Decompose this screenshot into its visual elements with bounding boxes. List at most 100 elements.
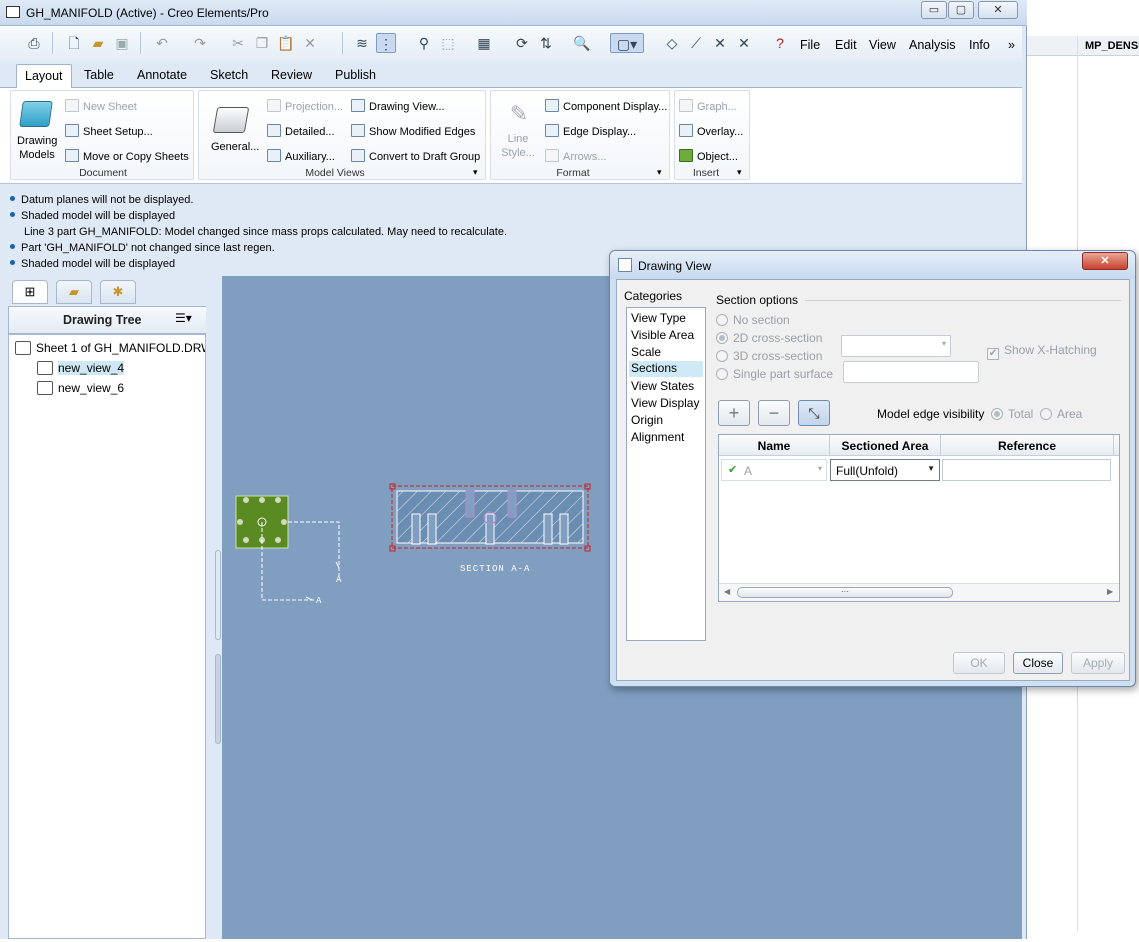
- radio-total[interactable]: Total: [991, 407, 1033, 421]
- zoom-icon[interactable]: 🔍: [572, 33, 592, 53]
- orient-icon[interactable]: ⇅: [536, 33, 556, 53]
- overlay-button[interactable]: Overlay...: [679, 124, 743, 138]
- copy-icon[interactable]: ❐: [252, 33, 272, 53]
- panel-splitter[interactable]: [206, 306, 222, 939]
- tab-sketch[interactable]: Sketch: [202, 64, 256, 88]
- table-row[interactable]: ✔ A ▾ Full(Unfold) ▼: [719, 457, 1119, 483]
- insert-expand-icon[interactable]: ▾: [737, 167, 742, 178]
- object-button[interactable]: Object...: [679, 149, 738, 163]
- general-view-icon[interactable]: [212, 107, 250, 133]
- column-header-name[interactable]: Name: [719, 439, 829, 453]
- tab-review[interactable]: Review: [263, 64, 320, 88]
- category-view-states[interactable]: View States: [631, 379, 694, 393]
- new-sheet-button[interactable]: New Sheet: [65, 99, 137, 113]
- redraw-icon[interactable]: ⟳: [512, 33, 532, 53]
- drawing-view-button[interactable]: Drawing View...: [351, 99, 445, 113]
- convert-draft-group-button[interactable]: Convert to Draft Group: [351, 149, 480, 163]
- splitter-handle[interactable]: [215, 550, 221, 640]
- general-view-button[interactable]: General...: [211, 141, 259, 153]
- line-style-label-1[interactable]: Line: [501, 133, 535, 145]
- edge-display-button[interactable]: Edge Display...: [545, 124, 636, 138]
- drawing-models-icon[interactable]: [19, 101, 53, 127]
- show-xhatching-checkbox[interactable]: ✔ Show X-Hatching: [987, 343, 1097, 360]
- radio-area[interactable]: Area: [1040, 407, 1082, 421]
- column-header-sectioned-area[interactable]: Sectioned Area: [830, 439, 940, 453]
- select-box-icon[interactable]: ⬚: [438, 33, 458, 53]
- datum-plane-icon[interactable]: ◇: [662, 33, 682, 53]
- move-copy-sheets-button[interactable]: Move or Copy Sheets: [65, 149, 189, 163]
- display-style-icon[interactable]: ▢▾: [610, 33, 644, 53]
- category-view-display[interactable]: View Display: [631, 396, 699, 410]
- apply-button[interactable]: Apply: [1071, 652, 1125, 674]
- menu-file[interactable]: File: [800, 38, 820, 52]
- menu-view[interactable]: View: [869, 38, 896, 52]
- column-header-reference[interactable]: Reference: [941, 439, 1113, 453]
- menu-more[interactable]: »: [1008, 38, 1015, 52]
- tab-publish[interactable]: Publish: [327, 64, 384, 88]
- category-view-type[interactable]: View Type: [631, 311, 686, 325]
- tree-settings-icon[interactable]: ☰▾: [175, 311, 203, 329]
- radio-no-section[interactable]: No section: [716, 313, 790, 327]
- add-section-button[interactable]: +: [718, 400, 750, 426]
- tree-sheet-row[interactable]: Sheet 1 of GH_MANIFOLD.DRW: [15, 341, 205, 355]
- model-tree-icon[interactable]: ⋮: [376, 33, 396, 53]
- find-icon[interactable]: ⚲: [414, 33, 434, 53]
- remove-section-button[interactable]: −: [758, 400, 790, 426]
- close-button[interactable]: Close: [1013, 652, 1063, 674]
- scroll-thumb[interactable]: ⋯: [737, 587, 953, 598]
- arrows-button[interactable]: Arrows...: [545, 149, 606, 163]
- new-file-icon[interactable]: 🗋: [64, 33, 84, 53]
- tab-table[interactable]: Table: [76, 64, 122, 88]
- category-sections[interactable]: Sections: [629, 361, 703, 377]
- minimize-button[interactable]: ▭: [921, 1, 947, 19]
- sectioned-area-select[interactable]: Full(Unfold) ▼: [830, 459, 940, 481]
- favorites-tab-icon[interactable]: ✱: [100, 280, 136, 304]
- save-icon[interactable]: ▣: [112, 33, 132, 53]
- help-icon[interactable]: ?: [770, 33, 790, 53]
- scroll-left-icon[interactable]: ◀: [724, 587, 730, 596]
- close-window-button[interactable]: ✕: [978, 1, 1018, 19]
- delete-icon[interactable]: ✕: [300, 33, 320, 53]
- model-tree-tab-icon[interactable]: ⊞: [12, 280, 48, 304]
- format-expand-icon[interactable]: ▾: [657, 167, 662, 178]
- graph-button[interactable]: Graph...: [679, 99, 737, 113]
- ok-button[interactable]: OK: [953, 652, 1005, 674]
- tree-item-view-6[interactable]: new_view_6: [37, 381, 124, 395]
- folder-browser-tab-icon[interactable]: ▰: [56, 280, 92, 304]
- dialog-title-bar[interactable]: Drawing View ✕: [610, 251, 1135, 279]
- radio-single-part-surface[interactable]: Single part surface: [716, 367, 833, 381]
- reference-field[interactable]: [942, 459, 1111, 481]
- horizontal-scrollbar[interactable]: ◀ ⋯ ▶: [719, 583, 1119, 601]
- datum-axis-icon[interactable]: ⟋: [686, 33, 706, 53]
- print-icon[interactable]: ⎙: [24, 33, 44, 53]
- layers-icon[interactable]: ≋: [352, 33, 372, 53]
- component-display-button[interactable]: Component Display...: [545, 99, 667, 113]
- detailed-button[interactable]: Detailed...: [267, 124, 335, 138]
- single-part-surface-field[interactable]: [843, 361, 979, 383]
- scroll-right-icon[interactable]: ▶: [1107, 587, 1113, 596]
- open-folder-icon[interactable]: ▰: [88, 33, 108, 53]
- maximize-button[interactable]: ▢: [948, 1, 974, 19]
- splitter-handle[interactable]: [215, 654, 221, 744]
- cut-icon[interactable]: ✂: [228, 33, 248, 53]
- menu-analysis[interactable]: Analysis: [909, 38, 956, 52]
- auxiliary-button[interactable]: Auxiliary...: [267, 149, 335, 163]
- tree-item-view-4[interactable]: new_view_4: [37, 361, 125, 375]
- category-alignment[interactable]: Alignment: [631, 430, 684, 444]
- cross-section-select[interactable]: ▾: [841, 335, 951, 357]
- dialog-close-button[interactable]: ✕: [1082, 252, 1128, 270]
- sheet-setup-button[interactable]: Sheet Setup...: [65, 124, 153, 138]
- show-modified-edges-button[interactable]: Show Modified Edges: [351, 124, 475, 138]
- redo-icon[interactable]: ↷: [190, 33, 210, 53]
- datum-point-icon[interactable]: ✕: [710, 33, 730, 53]
- flip-direction-button[interactable]: ⤡: [798, 400, 830, 426]
- line-style-icon[interactable]: ✎: [507, 101, 531, 127]
- model-views-expand-icon[interactable]: ▾: [473, 167, 478, 178]
- radio-2d-cross-section[interactable]: 2D cross-section: [716, 331, 822, 345]
- category-origin[interactable]: Origin: [631, 413, 663, 427]
- view-6-section[interactable]: [389, 483, 591, 552]
- projection-button[interactable]: Projection...: [267, 99, 343, 113]
- paste-icon[interactable]: 📋: [276, 33, 296, 53]
- undo-icon[interactable]: ↶: [152, 33, 172, 53]
- menu-edit[interactable]: Edit: [835, 38, 857, 52]
